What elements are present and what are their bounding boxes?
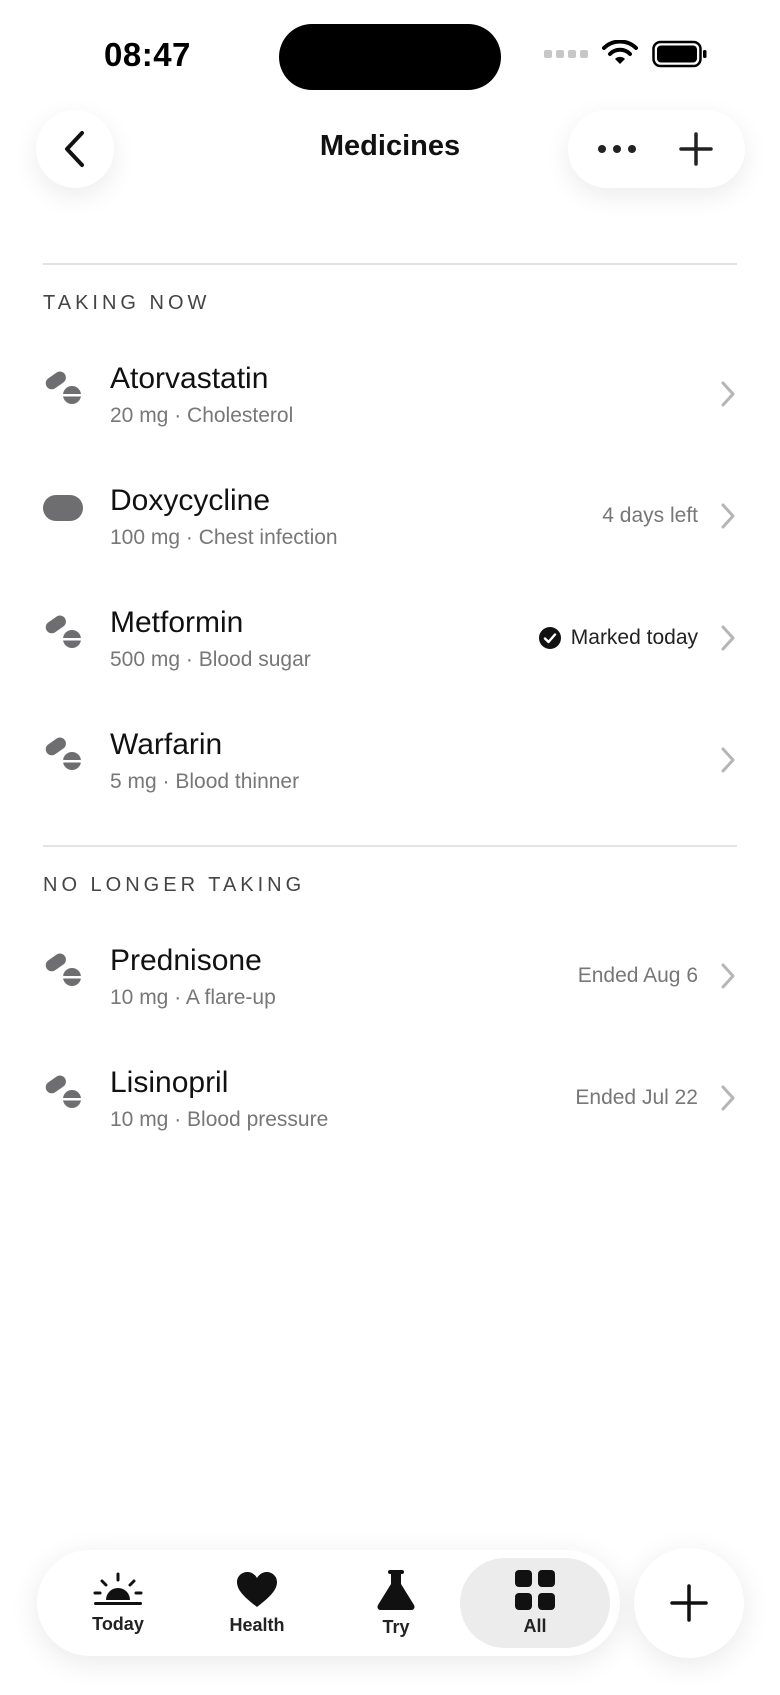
- plus-icon: [670, 1584, 708, 1622]
- status-icons: [544, 40, 708, 68]
- grid-icon: [515, 1569, 555, 1610]
- section-header-taking-now: TAKING NOW: [43, 292, 211, 314]
- more-button[interactable]: [585, 117, 649, 181]
- quick-add-button[interactable]: [634, 1548, 744, 1658]
- medicine-row-prednisone[interactable]: Prednisone 10 mg · A flare-up Ended Aug …: [0, 924, 780, 1046]
- chevron-right-icon: [721, 1085, 735, 1111]
- medicine-row-lisinopril[interactable]: Lisinopril 10 mg · Blood pressure Ended …: [0, 1046, 780, 1168]
- tab-bar: Today Health Try All: [37, 1550, 620, 1656]
- chevron-right-icon: [721, 963, 735, 989]
- chevron-right-icon: [721, 503, 735, 529]
- tab-label: Today: [92, 1613, 144, 1634]
- header-actions: [568, 110, 745, 188]
- medicines-screen: 08:47 Medicines TAKING NOW Atorvastatin …: [0, 0, 780, 1695]
- sunrise-icon: [93, 1572, 143, 1605]
- medicine-detail: 5 mg · Blood thinner: [110, 770, 300, 793]
- tab-label: Health: [229, 1614, 285, 1635]
- medicine-status: 4 days left: [602, 504, 698, 528]
- tab-label: Try: [382, 1616, 410, 1637]
- medicine-status: Ended Jul 22: [575, 1086, 698, 1110]
- dynamic-island: [279, 24, 501, 90]
- marked-today-label: Marked today: [570, 626, 698, 649]
- medicine-name: Metformin: [110, 606, 244, 639]
- medicine-row-metformin[interactable]: Metformin 500 mg · Blood sugar Marked to…: [0, 586, 780, 708]
- medicine-detail: 100 mg · Chest infection: [110, 526, 338, 549]
- tab-label: All: [523, 1615, 547, 1636]
- wifi-icon: [602, 40, 638, 64]
- section-header-no-longer-taking: NO LONGER TAKING: [43, 874, 306, 896]
- plus-icon: [679, 132, 713, 166]
- tab-health[interactable]: Health: [182, 1558, 332, 1648]
- days-left-label: 4 days left: [602, 504, 698, 527]
- pills-icon: [45, 615, 82, 648]
- medicine-status: Ended Aug 6: [578, 964, 698, 988]
- heart-icon: [237, 1571, 277, 1607]
- battery-icon: [652, 40, 707, 68]
- medicine-name: Warfarin: [110, 728, 223, 761]
- medicine-name: Lisinopril: [110, 1066, 229, 1099]
- medicine-name: Prednisone: [110, 944, 262, 977]
- medicine-detail: 500 mg · Blood sugar: [110, 648, 311, 671]
- pills-icon: [45, 737, 82, 770]
- cellular-signal-icon: [544, 50, 588, 58]
- chevron-right-icon: [721, 381, 735, 407]
- ellipsis-icon: [598, 145, 637, 153]
- add-medicine-button[interactable]: [664, 117, 728, 181]
- pills-icon: [45, 371, 82, 404]
- pills-icon: [45, 953, 82, 986]
- medicine-status: Marked today: [538, 626, 698, 650]
- medicine-row-atorvastatin[interactable]: Atorvastatin 20 mg · Cholesterol: [0, 342, 780, 464]
- section-divider: [43, 263, 737, 265]
- tab-today[interactable]: Today: [43, 1558, 193, 1648]
- medicine-name: Doxycycline: [110, 484, 271, 517]
- medicine-row-doxycycline[interactable]: Doxycycline 100 mg · Chest infection 4 d…: [0, 464, 780, 586]
- capsule-icon: [43, 495, 83, 521]
- medicine-row-warfarin[interactable]: Warfarin 5 mg · Blood thinner: [0, 708, 780, 830]
- medicine-detail: 10 mg · A flare-up: [110, 986, 276, 1009]
- medicine-name: Atorvastatin: [110, 362, 269, 395]
- flask-icon: [377, 1569, 415, 1610]
- ended-date-label: Ended Aug 6: [577, 964, 698, 987]
- section-divider: [43, 845, 737, 847]
- medicine-detail: 10 mg · Blood pressure: [110, 1108, 329, 1131]
- ended-date-label: Ended Jul 22: [575, 1086, 698, 1109]
- pills-icon: [45, 1075, 82, 1108]
- checkmark-circle-icon: [538, 627, 561, 649]
- chevron-right-icon: [721, 625, 735, 651]
- medicine-detail: 20 mg · Cholesterol: [110, 404, 294, 427]
- tab-try[interactable]: Try: [321, 1558, 471, 1648]
- status-time: 08:47: [104, 36, 191, 73]
- chevron-right-icon: [721, 747, 735, 773]
- tab-all[interactable]: All: [460, 1558, 610, 1648]
